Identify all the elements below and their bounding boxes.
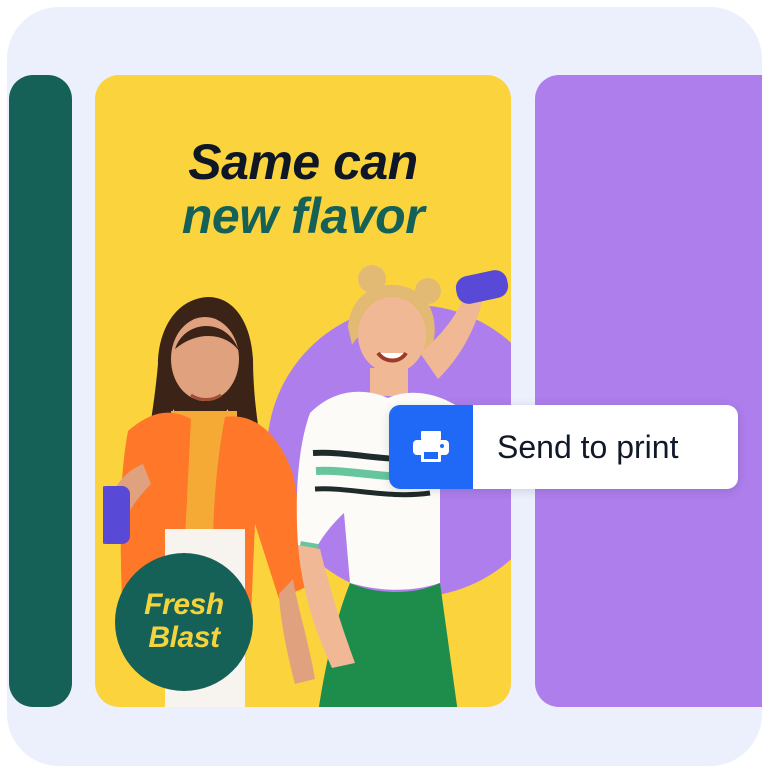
right-design-panel[interactable] <box>535 75 762 707</box>
badge-line-fresh: Fresh <box>144 588 224 621</box>
send-to-print-button[interactable]: Send to print <box>389 405 738 489</box>
left-design-panel[interactable] <box>9 75 72 707</box>
send-to-print-label: Send to print <box>497 428 679 465</box>
printer-icon <box>389 405 473 489</box>
headline-same-can: Same can <box>188 134 418 190</box>
poster-card[interactable]: Same can new flavor Fresh Blast <box>95 75 511 707</box>
canvas-frame: Same can new flavor Fresh Blast <box>7 7 762 766</box>
fresh-blast-badge: Fresh Blast <box>115 553 253 691</box>
badge-line-blast: Blast <box>148 621 220 654</box>
headline-new-flavor: new flavor <box>181 188 425 244</box>
